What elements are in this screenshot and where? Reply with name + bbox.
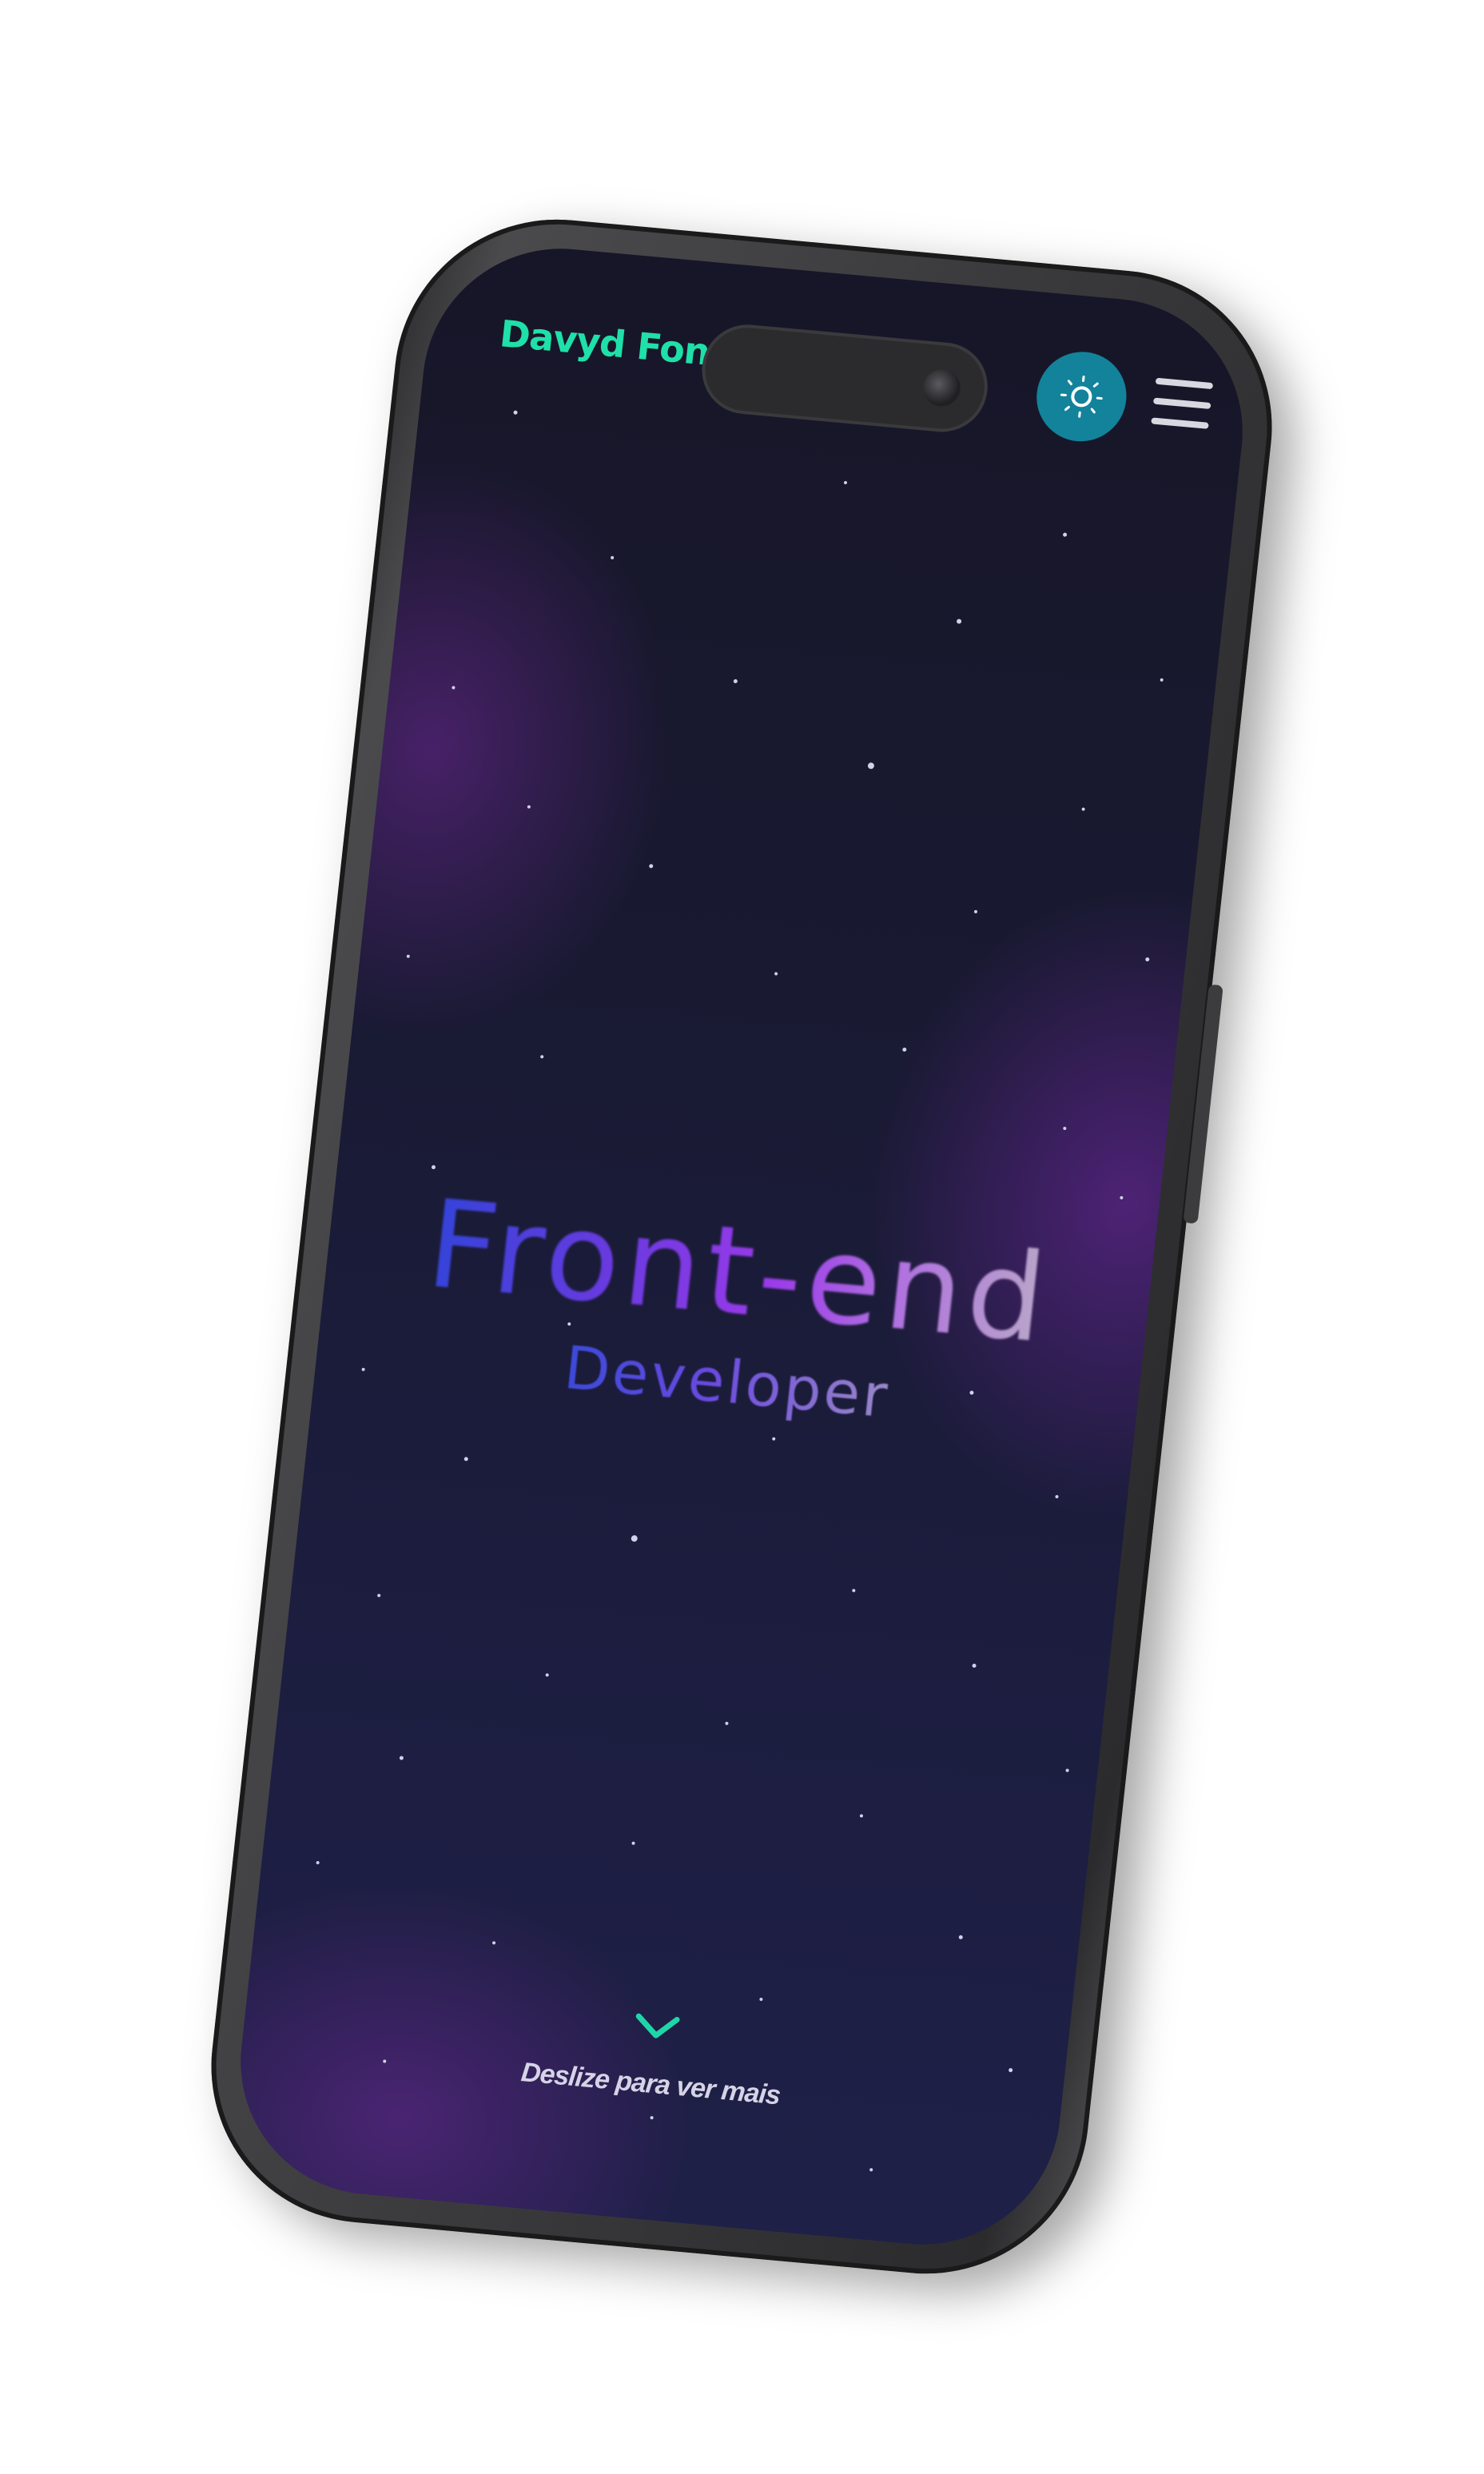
dynamic-island [701, 324, 989, 432]
phone-mockup: Davyd Fonto Front-end Developer Deslize … [195, 205, 1288, 2288]
menu-line [1155, 377, 1214, 390]
menu-line [1152, 397, 1211, 410]
theme-toggle-button[interactable] [1032, 348, 1132, 446]
sun-icon [1060, 375, 1103, 418]
chevron-down-icon[interactable] [630, 2009, 684, 2046]
hamburger-icon[interactable] [1151, 373, 1214, 434]
front-camera-icon [921, 368, 962, 408]
menu-line [1151, 417, 1209, 429]
mockup-stage: Davyd Fonto Front-end Developer Deslize … [0, 0, 1484, 2474]
